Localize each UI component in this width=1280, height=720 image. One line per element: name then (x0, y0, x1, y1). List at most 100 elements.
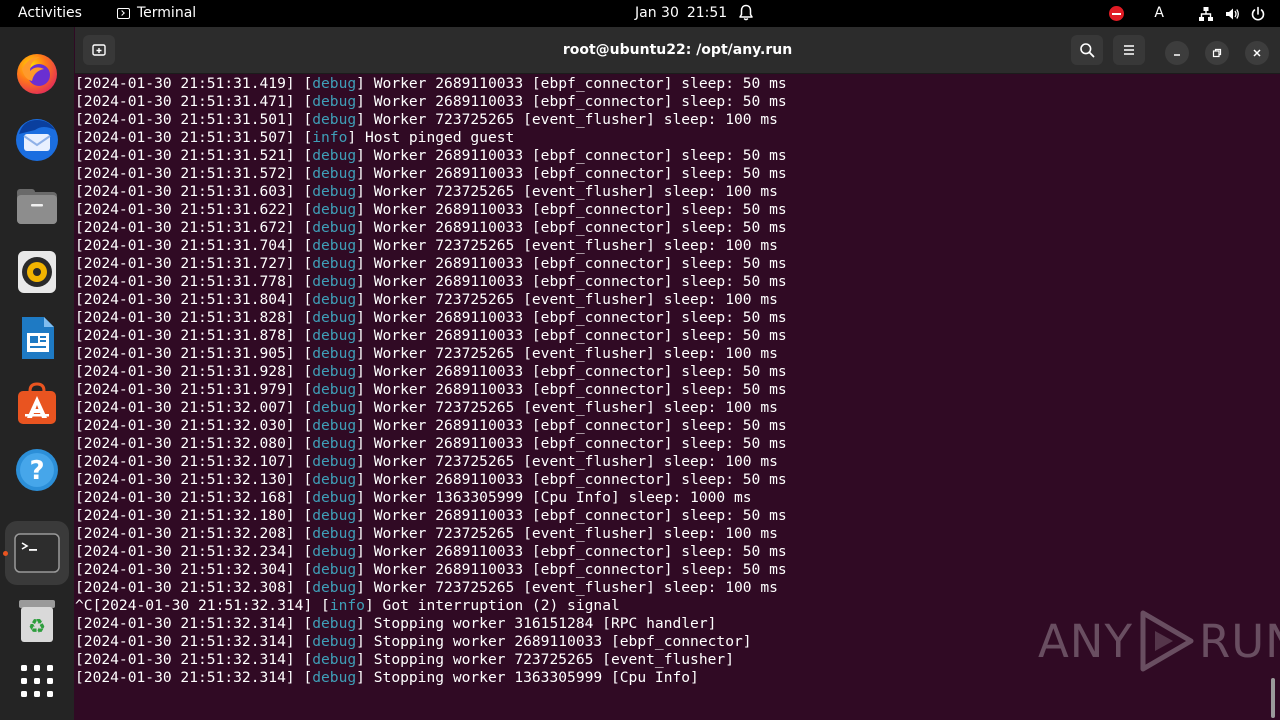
network-icon[interactable] (1198, 6, 1214, 22)
volume-icon[interactable] (1224, 6, 1240, 22)
log-level: debug (312, 489, 357, 506)
log-level: debug (312, 579, 357, 596)
log-prefix: [2024-01-30 21:51:32.314] [ (75, 651, 313, 668)
terminal-line: [2024-01-30 21:51:31.928] [debug] Worker… (75, 363, 1265, 381)
terminal-icon (14, 533, 60, 573)
log-message: ] Worker 723725265 [event_flusher] sleep… (356, 345, 778, 362)
log-level: debug (312, 651, 357, 668)
activities-button[interactable]: Activities (18, 0, 82, 27)
terminal-line: [2024-01-30 21:51:31.471] [debug] Worker… (75, 93, 1265, 111)
input-source-indicator[interactable]: A (1154, 0, 1164, 27)
log-level: debug (312, 525, 357, 542)
log-level: info (329, 597, 365, 614)
svg-text:?: ? (29, 456, 44, 486)
files-icon (17, 189, 57, 224)
terminal-line: [2024-01-30 21:51:32.007] [debug] Worker… (75, 399, 1265, 417)
terminal-line: [2024-01-30 21:51:31.778] [debug] Worker… (75, 273, 1265, 291)
dock-item-rhythmbox[interactable] (5, 240, 69, 304)
log-prefix: [2024-01-30 21:51:32.007] [ (75, 399, 313, 416)
log-message: ] Worker 2689110033 [ebpf_connector] sle… (356, 507, 787, 524)
log-prefix: [2024-01-30 21:51:31.622] [ (75, 201, 313, 218)
scrollbar-thumb[interactable] (1271, 678, 1275, 718)
help-icon: ? (16, 449, 58, 491)
show-applications-button[interactable] (5, 649, 69, 713)
dock-item-help[interactable]: ? (5, 438, 69, 502)
log-prefix: [2024-01-30 21:51:32.168] [ (75, 489, 313, 506)
log-prefix: [2024-01-30 21:51:31.979] [ (75, 381, 313, 398)
log-prefix: [2024-01-30 21:51:31.672] [ (75, 219, 313, 236)
log-prefix: [2024-01-30 21:51:32.180] [ (75, 507, 313, 524)
app-menu[interactable]: Terminal (117, 0, 196, 27)
system-tray[interactable]: A (1109, 0, 1266, 27)
clock-date: Jan 30 (635, 5, 679, 21)
log-prefix: [2024-01-30 21:51:31.905] [ (75, 345, 313, 362)
terminal-line: [2024-01-30 21:51:31.979] [debug] Worker… (75, 381, 1265, 399)
dock-item-ubuntu-software[interactable] (5, 372, 69, 436)
log-level: debug (312, 273, 357, 290)
log-prefix: [2024-01-30 21:51:32.107] [ (75, 453, 313, 470)
dock-item-terminal[interactable] (3, 521, 69, 585)
log-message: ] Worker 723725265 [event_flusher] sleep… (356, 525, 778, 542)
anyrun-watermark: ANY RUN (1038, 608, 1280, 674)
log-level: debug (312, 543, 357, 560)
clock[interactable]: Jan 30 21:51 (635, 0, 727, 27)
terminal-line: [2024-01-30 21:51:32.107] [debug] Worker… (75, 453, 1265, 471)
log-prefix: [2024-01-30 21:51:31.878] [ (75, 327, 313, 344)
minimize-button[interactable] (1165, 41, 1189, 65)
do-not-disturb-icon[interactable] (1109, 6, 1125, 21)
terminal-line: [2024-01-30 21:51:31.572] [debug] Worker… (75, 165, 1265, 183)
log-message: ] Worker 2689110033 [ebpf_connector] sle… (356, 201, 787, 218)
log-message: ] Worker 2689110033 [ebpf_connector] sle… (356, 147, 787, 164)
terminal-line: [2024-01-30 21:51:32.030] [debug] Worker… (75, 417, 1265, 435)
terminal-line: [2024-01-30 21:51:31.727] [debug] Worker… (75, 255, 1265, 273)
log-prefix: [2024-01-30 21:51:31.704] [ (75, 237, 313, 254)
dock-item-trash[interactable]: ♻ (5, 589, 69, 653)
log-message: ] Worker 2689110033 [ebpf_connector] sle… (356, 471, 787, 488)
close-icon (1253, 49, 1261, 57)
svg-text:♻: ♻ (28, 614, 46, 638)
log-level: debug (312, 255, 357, 272)
dock-item-libreoffice-writer[interactable] (5, 306, 69, 370)
search-button[interactable] (1071, 35, 1103, 65)
top-bar: Activities Terminal Jan 30 21:51 A (0, 0, 1280, 27)
bell-icon[interactable] (738, 4, 754, 26)
terminal-line: [2024-01-30 21:51:31.878] [debug] Worker… (75, 327, 1265, 345)
log-level: debug (312, 219, 357, 236)
terminal-line: [2024-01-30 21:51:32.180] [debug] Worker… (75, 507, 1265, 525)
terminal-line: [2024-01-30 21:51:32.080] [debug] Worker… (75, 435, 1265, 453)
power-icon[interactable] (1250, 6, 1266, 22)
dock-item-thunderbird[interactable] (5, 108, 69, 172)
watermark-right-text: RUN (1198, 614, 1280, 668)
close-button[interactable] (1245, 41, 1269, 65)
terminal-line: [2024-01-30 21:51:32.168] [debug] Worker… (75, 489, 1265, 507)
log-message: ] Worker 2689110033 [ebpf_connector] sle… (356, 309, 787, 326)
log-prefix: [2024-01-30 21:51:32.314] [ (75, 615, 313, 632)
dock-item-firefox[interactable] (5, 42, 69, 106)
menu-button[interactable] (1113, 35, 1145, 65)
terminal-line: [2024-01-30 21:51:31.521] [debug] Worker… (75, 147, 1265, 165)
log-message: ] Worker 2689110033 [ebpf_connector] sle… (356, 363, 787, 380)
log-prefix: ^C[2024-01-30 21:51:32.314] [ (75, 597, 330, 614)
terminal-line: [2024-01-30 21:51:31.905] [debug] Worker… (75, 345, 1265, 363)
header-bar: root@ubuntu22: /opt/any.run (75, 27, 1280, 74)
dock-item-files[interactable] (5, 174, 69, 238)
log-prefix: [2024-01-30 21:51:31.521] [ (75, 147, 313, 164)
log-message: ] Worker 2689110033 [ebpf_connector] sle… (356, 75, 787, 92)
log-level: debug (312, 453, 357, 470)
log-level: debug (312, 309, 357, 326)
log-prefix: [2024-01-30 21:51:32.234] [ (75, 543, 313, 560)
log-level: debug (312, 111, 357, 128)
log-message: ] Worker 723725265 [event_flusher] sleep… (356, 237, 778, 254)
watermark-left-text: ANY (1038, 614, 1133, 668)
log-level: info (312, 129, 348, 146)
log-message: ] Worker 2689110033 [ebpf_connector] sle… (356, 435, 787, 452)
log-prefix: [2024-01-30 21:51:32.308] [ (75, 579, 313, 596)
log-level: debug (312, 93, 357, 110)
terminal-line: [2024-01-30 21:51:31.419] [debug] Worker… (75, 75, 1265, 93)
log-prefix: [2024-01-30 21:51:31.804] [ (75, 291, 313, 308)
log-message: ] Worker 723725265 [event_flusher] sleep… (356, 183, 778, 200)
maximize-button[interactable] (1205, 41, 1229, 65)
terminal-line: [2024-01-30 21:51:31.672] [debug] Worker… (75, 219, 1265, 237)
log-prefix: [2024-01-30 21:51:31.928] [ (75, 363, 313, 380)
log-level: debug (312, 633, 357, 650)
